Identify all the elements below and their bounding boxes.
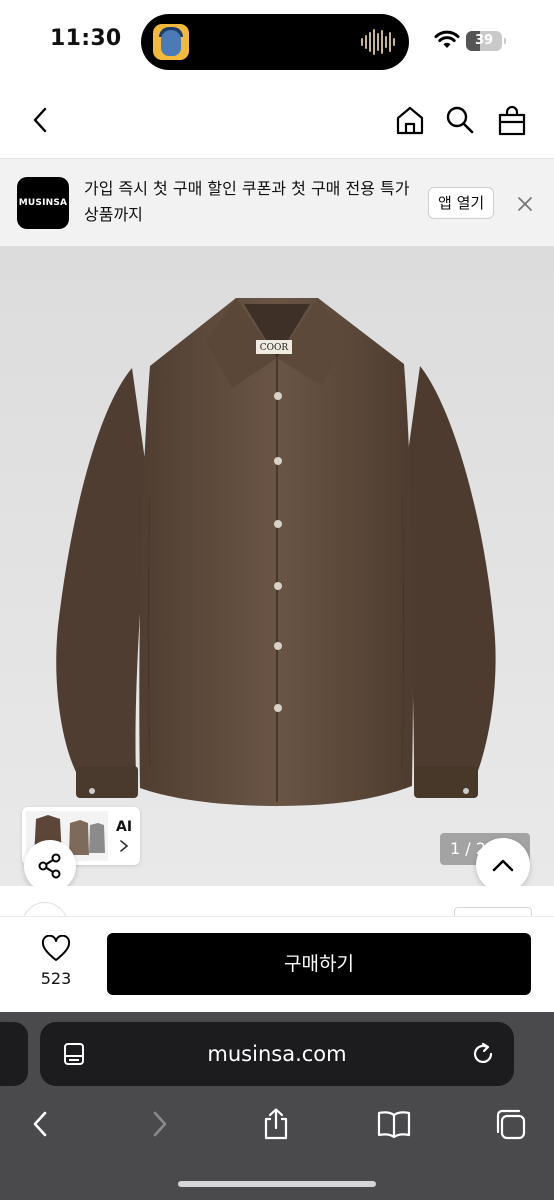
share-page-button[interactable] (258, 1106, 294, 1142)
reload-icon[interactable] (470, 1041, 496, 1067)
search-icon (446, 106, 474, 134)
previous-tab[interactable] (0, 1022, 28, 1086)
home-button[interactable] (392, 102, 428, 138)
purchase-bar: 523 구매하기 (0, 916, 554, 1012)
battery-icon: 39 (466, 31, 506, 51)
audio-waveform-icon (361, 28, 395, 56)
browser-toolbar: musinsa.com (0, 1012, 554, 1200)
product-shirt-image: COOR (0, 246, 554, 886)
open-app-button[interactable]: 앱 열기 (428, 187, 495, 219)
app-download-banner[interactable]: MUSINSA 가입 즉시 첫 구매 할인 쿠폰과 첫 구매 전용 특가 상품까… (0, 158, 554, 246)
chevron-up-icon (492, 859, 514, 872)
address-bar[interactable]: musinsa.com (40, 1022, 514, 1086)
book-icon (377, 1111, 411, 1139)
chevron-right-icon (153, 1111, 167, 1137)
bookmarks-button[interactable] (376, 1106, 412, 1142)
chevron-left-icon (33, 1111, 47, 1137)
browser-back-button[interactable] (22, 1106, 58, 1142)
tabs-icon (496, 1109, 526, 1140)
buy-button[interactable]: 구매하기 (107, 933, 531, 995)
ai-label: AI (116, 819, 133, 835)
share-icon (38, 853, 61, 879)
musinsa-logo: MUSINSA (17, 177, 69, 229)
status-time: 11:30 (50, 26, 122, 51)
home-indicator (178, 1181, 376, 1187)
now-playing-artwork (153, 24, 189, 60)
tabs-button[interactable] (492, 1106, 528, 1142)
cart-button[interactable] (494, 102, 530, 138)
banner-message: 가입 즉시 첫 구매 할인 쿠폰과 첫 구매 전용 특가 상품까지 (84, 179, 410, 224)
heart-icon (41, 934, 71, 961)
product-info-peek (0, 886, 554, 948)
shopping-bag-icon (498, 105, 526, 136)
browser-forward-button[interactable] (142, 1106, 178, 1142)
share-icon (264, 1108, 288, 1140)
battery-level: 39 (474, 33, 494, 48)
brand-label: COOR (260, 343, 289, 353)
scroll-to-top-button[interactable] (476, 838, 530, 886)
chevron-left-icon (33, 107, 47, 133)
wifi-icon (434, 30, 460, 48)
page-nav-bar (0, 82, 554, 158)
url-text: musinsa.com (207, 1042, 347, 1066)
dynamic-island[interactable] (141, 14, 409, 70)
back-button[interactable] (22, 102, 58, 138)
chevron-right-icon (120, 840, 129, 852)
status-bar: 11:30 39 (0, 0, 554, 82)
share-button[interactable] (24, 840, 76, 886)
home-icon (396, 106, 424, 135)
search-button[interactable] (442, 102, 478, 138)
like-count: 523 (40, 969, 72, 988)
like-button[interactable]: 523 (30, 934, 82, 995)
close-icon[interactable] (514, 193, 536, 215)
product-image-carousel[interactable]: COOR AI 1 / 2 (0, 246, 554, 886)
